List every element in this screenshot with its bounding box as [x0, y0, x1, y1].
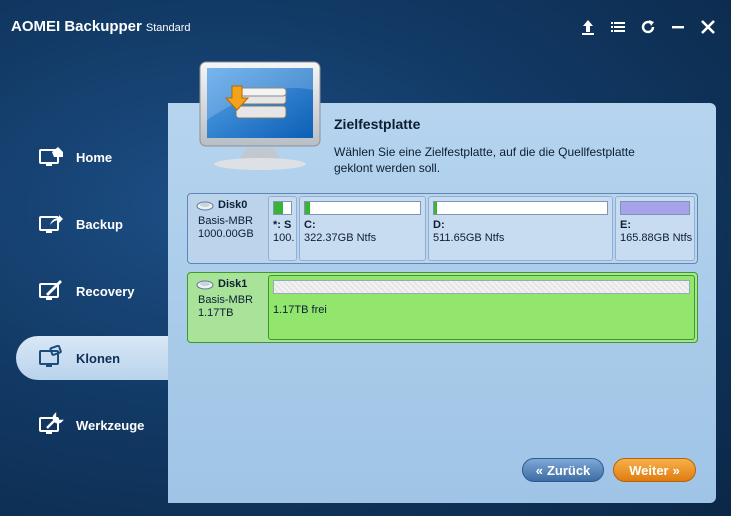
partition-system[interactable]: *: S 100.	[268, 196, 297, 261]
partition-usage-fill	[305, 202, 310, 214]
tools-icon	[38, 412, 64, 438]
disk-info: Disk0 Basis-MBR 1000.00GB	[188, 194, 268, 263]
partition-usage-bar	[620, 201, 690, 215]
disk-size: 1.17TB	[198, 307, 234, 319]
page-title: Zielfestplatte	[334, 116, 421, 132]
disk-size: 1000.00GB	[198, 228, 254, 240]
partition-usage-fill	[621, 202, 689, 214]
recovery-icon	[38, 278, 64, 304]
disk-row-disk0[interactable]: Disk0 Basis-MBR 1000.00GB *: S 100. C: 3…	[187, 193, 698, 264]
partition-label: *: S	[273, 219, 292, 231]
app-edition: Standard	[145, 22, 191, 34]
arrow-up-icon[interactable]	[579, 18, 597, 36]
disk-info: Disk1 Basis-MBR 1.17TB	[188, 273, 268, 342]
sidebar-item-label: Werkzeuge	[76, 417, 145, 433]
disk-monitor-icon	[196, 60, 324, 172]
partition-usage-bar	[304, 201, 421, 215]
list-menu-icon[interactable]	[609, 18, 627, 36]
sidebar-item-label: Klonen	[76, 350, 121, 366]
partition-usage-fill	[434, 202, 438, 214]
hard-disk-icon	[196, 280, 214, 289]
title-bar: AOMEI Backupper Standard	[0, 0, 731, 58]
sidebar-item-backup[interactable]: Backup	[16, 202, 168, 246]
sidebar-item-label: Recovery	[76, 283, 135, 299]
partition-unallocated[interactable]: 1.17TB frei	[268, 275, 695, 340]
partition-usage-bar	[273, 201, 292, 215]
disk-type: Basis-MBR	[198, 215, 254, 227]
back-button[interactable]: « Zurück	[522, 458, 604, 482]
disk-name: Disk1	[196, 278, 268, 291]
clone-icon	[38, 345, 64, 371]
hard-disk-icon	[196, 201, 214, 210]
disk-type: Basis-MBR	[198, 294, 254, 306]
sidebar-item-home[interactable]: Home	[16, 135, 168, 179]
partition-label: C:	[304, 219, 316, 231]
app-name: AOMEI Backupper	[11, 18, 142, 35]
refresh-icon[interactable]	[639, 18, 657, 36]
partition-usage-fill	[274, 202, 284, 214]
partition-c[interactable]: C: 322.37GB Ntfs	[299, 196, 426, 261]
sidebar-item-label: Backup	[76, 216, 123, 232]
disk-row-disk1[interactable]: Disk1 Basis-MBR 1.17TB 1.17TB frei	[187, 272, 698, 343]
partition-label: D:	[433, 219, 445, 231]
partition-label: E:	[620, 219, 631, 231]
partition-e[interactable]: E: 165.88GB Ntfs	[615, 196, 695, 261]
partition-size: 511.65GB Ntfs	[433, 232, 505, 244]
sidebar-item-recovery[interactable]: Recovery	[16, 269, 168, 313]
partition-size: 100.	[273, 232, 295, 244]
sidebar-item-clone[interactable]: Klonen	[16, 336, 168, 380]
backup-icon	[38, 211, 64, 237]
disk-name: Disk0	[196, 199, 268, 212]
partition-usage-bar	[433, 201, 608, 215]
chevron-right-icon: »	[672, 462, 680, 478]
partition-size: 322.37GB Ntfs	[304, 232, 377, 244]
partition-size: 1.17TB frei	[273, 304, 327, 316]
home-icon	[38, 144, 64, 170]
next-button[interactable]: Weiter »	[613, 458, 696, 482]
page-description: Wählen Sie eine Zielfestplatte, auf die …	[334, 145, 635, 175]
sidebar-item-label: Home	[76, 149, 113, 165]
partition-usage-bar	[273, 280, 690, 294]
partition-size: 165.88GB Ntfs	[620, 232, 693, 244]
app-title: AOMEI Backupper Standard	[11, 18, 191, 35]
partition-d[interactable]: D: 511.65GB Ntfs	[428, 196, 613, 261]
window-controls	[579, 18, 717, 36]
sidebar-item-tools[interactable]: Werkzeuge	[16, 403, 168, 447]
minimize-icon[interactable]	[669, 18, 687, 36]
chevron-left-icon: «	[535, 462, 543, 478]
close-icon[interactable]	[699, 18, 717, 36]
